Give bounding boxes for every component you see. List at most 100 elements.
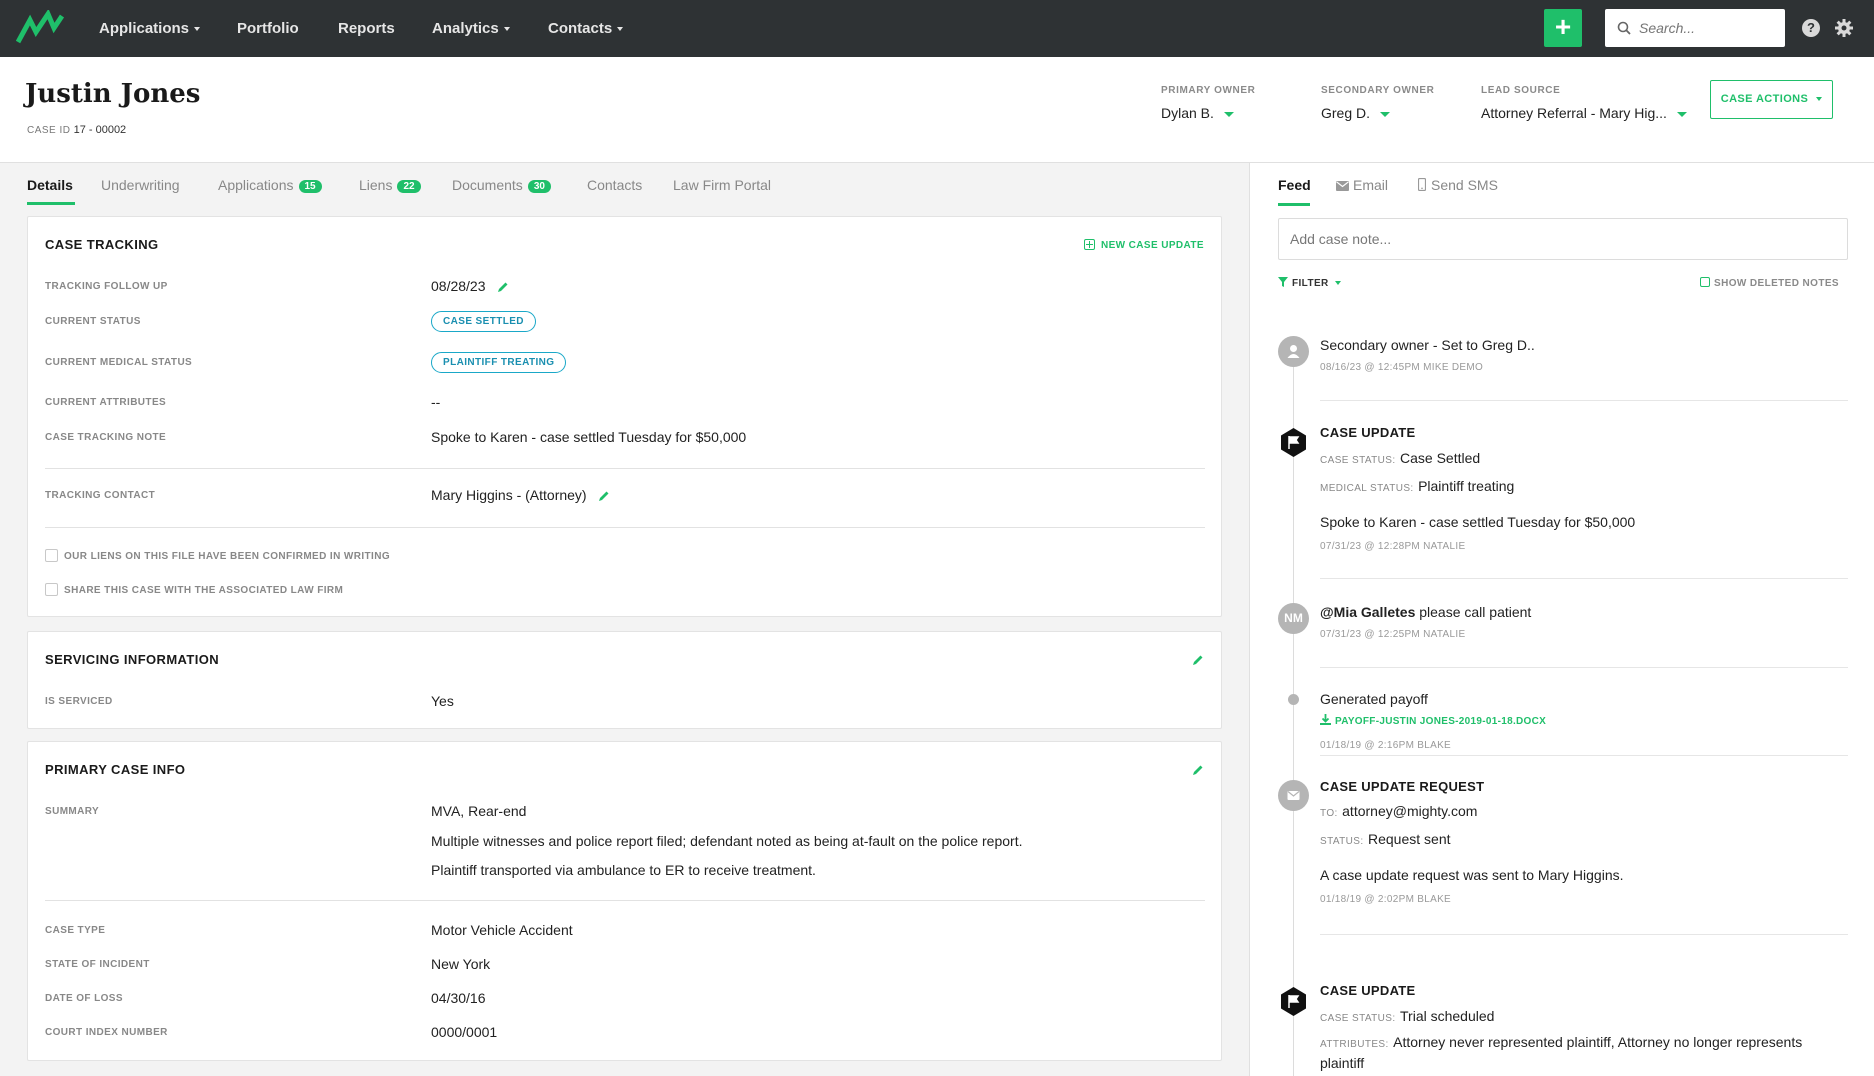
feed-item: Secondary owner - Set to Greg D.. 08/16/… (1320, 337, 1535, 373)
gear-icon[interactable] (1834, 18, 1854, 38)
caret-down-icon (1816, 97, 1823, 102)
pencil-icon[interactable] (598, 490, 610, 502)
download-icon (1320, 714, 1331, 725)
search-input[interactable] (1639, 9, 1779, 47)
caret-down-icon (1223, 111, 1234, 117)
current-attributes: -- (431, 394, 441, 410)
flag-icon (1281, 987, 1306, 1016)
envelope-icon (1336, 181, 1349, 191)
feed-item: CASE UPDATE REQUEST TO: attorney@mighty.… (1320, 779, 1624, 905)
card-title: SERVICING INFORMATION (45, 652, 220, 667)
plus-square-icon (1083, 239, 1095, 250)
caret-down-icon (503, 27, 510, 32)
primary-owner[interactable]: PRIMARY OWNER Dylan B. (1161, 85, 1255, 121)
checkbox-icon[interactable] (1700, 277, 1710, 287)
logo-icon[interactable] (16, 10, 64, 46)
checkbox-icon[interactable] (45, 583, 58, 596)
tracking-follow-up: 08/28/23 (431, 278, 509, 294)
tab-send-sms[interactable]: Send SMS (1417, 177, 1498, 193)
case-tracking-card: CASE TRACKING NEW CASE UPDATE TRACKING F… (27, 216, 1222, 617)
caret-down-icon (1334, 281, 1341, 286)
divider (45, 527, 1205, 528)
page-title: Justin Jones (25, 79, 201, 109)
count-badge: 22 (397, 180, 421, 193)
avatar: NM (1278, 603, 1309, 634)
court-index-number-value: 0000/0001 (431, 1024, 498, 1040)
divider (1320, 667, 1848, 668)
divider (1320, 400, 1848, 401)
divider (45, 468, 1205, 469)
active-tab-indicator (27, 202, 75, 205)
feed-item: CASE UPDATE CASE STATUS: Trial scheduled… (1320, 983, 1803, 1071)
tab-applications[interactable]: Applications 15 (218, 177, 322, 193)
tab-documents[interactable]: Documents 30 (452, 177, 551, 193)
filter-dropdown[interactable]: FILTER (1278, 277, 1341, 289)
medical-status-badge: PLAINTIFF TREATING (431, 352, 567, 373)
feed-item: CASE UPDATE CASE STATUS: Case Settled ME… (1320, 425, 1636, 552)
nav-applications[interactable]: Applications (99, 0, 201, 57)
feed-item: @Mia Galletes please call patient 07/31/… (1320, 604, 1532, 640)
nav-analytics[interactable]: Analytics (432, 0, 510, 57)
tab-feed[interactable]: Feed (1278, 177, 1311, 193)
flag-icon (1281, 428, 1306, 457)
case-header: Justin Jones CASE ID 17 - 00002 PRIMARY … (0, 57, 1874, 163)
user-avatar-icon (1278, 336, 1309, 367)
liens-confirmed-checkbox[interactable]: OUR LIENS ON THIS FILE HAVE BEEN CONFIRM… (45, 549, 390, 562)
activity-feed-panel: Feed Email Send SMS Add case note... FIL… (1249, 163, 1874, 1076)
phone-icon (1417, 177, 1427, 192)
caret-down-icon (1380, 111, 1391, 117)
pencil-icon[interactable] (497, 281, 509, 293)
filter-icon (1278, 277, 1288, 287)
caret-down-icon (194, 27, 201, 32)
add-new-button[interactable]: + (1544, 9, 1582, 47)
case-type-value: Motor Vehicle Accident (431, 922, 573, 938)
search-icon (1617, 21, 1631, 35)
plus-icon: + (1554, 11, 1572, 42)
tab-email[interactable]: Email (1336, 177, 1388, 193)
tracking-contact: Mary Higgins - (Attorney) (431, 487, 610, 503)
help-icon[interactable]: ? (1802, 19, 1820, 37)
tab-details[interactable]: Details (27, 177, 73, 193)
show-deleted-notes-toggle[interactable]: SHOW DELETED NOTES (1700, 277, 1839, 289)
pencil-icon[interactable] (1192, 654, 1204, 666)
caret-down-icon (617, 27, 624, 32)
payoff-download-link[interactable]: PAYOFF-JUSTIN JONES-2019-01-18.DOCX (1320, 711, 1850, 729)
state-of-incident-value: New York (431, 956, 491, 972)
nav-contacts[interactable]: Contacts (548, 0, 624, 57)
tab-liens[interactable]: Liens 22 (359, 177, 421, 193)
pencil-icon[interactable] (1192, 764, 1204, 776)
count-badge: 30 (527, 180, 551, 193)
top-navbar: Applications Portfolio Reports Analytics… (0, 0, 1874, 57)
count-badge: 15 (298, 180, 322, 193)
feed-item: Generated payoff PAYOFF-JUSTIN JONES-201… (1320, 690, 1850, 751)
checkbox-icon[interactable] (45, 549, 58, 562)
is-serviced-value: Yes (431, 693, 454, 709)
divider (1320, 578, 1848, 579)
summary-line: Plaintiff transported via ambulance to E… (431, 862, 816, 878)
summary-line: MVA, Rear-end (431, 803, 527, 819)
tab-law-firm-portal[interactable]: Law Firm Portal (673, 177, 771, 193)
nav-portfolio[interactable]: Portfolio (237, 0, 299, 57)
timeline-dot-icon (1288, 694, 1299, 705)
case-actions-button[interactable]: CASE ACTIONS (1710, 80, 1833, 119)
tab-contacts[interactable]: Contacts (587, 177, 642, 193)
case-id: CASE ID 17 - 00002 (27, 124, 127, 136)
card-title: PRIMARY CASE INFO (45, 762, 186, 777)
secondary-owner[interactable]: SECONDARY OWNER Greg D. (1321, 85, 1434, 121)
add-case-note-input[interactable]: Add case note... (1278, 218, 1848, 260)
case-tracking-note: Spoke to Karen - case settled Tuesday fo… (431, 429, 747, 445)
status-badge: CASE SETTLED (431, 311, 536, 332)
new-case-update-button[interactable]: NEW CASE UPDATE (1083, 239, 1204, 251)
search-box[interactable] (1605, 9, 1785, 47)
summary-line: Multiple witnesses and police report fil… (431, 833, 1023, 849)
divider (45, 900, 1205, 901)
mention-link[interactable]: @Mia Galletes (1320, 604, 1415, 620)
share-case-checkbox[interactable]: SHARE THIS CASE WITH THE ASSOCIATED LAW … (45, 583, 343, 596)
active-tab-indicator (1278, 203, 1310, 206)
tab-underwriting[interactable]: Underwriting (101, 177, 180, 193)
nav-reports[interactable]: Reports (338, 0, 395, 57)
date-of-loss-value: 04/30/16 (431, 990, 486, 1006)
caret-down-icon (1676, 111, 1687, 117)
lead-source[interactable]: LEAD SOURCE Attorney Referral - Mary Hig… (1481, 85, 1687, 121)
card-title: CASE TRACKING (45, 237, 159, 252)
